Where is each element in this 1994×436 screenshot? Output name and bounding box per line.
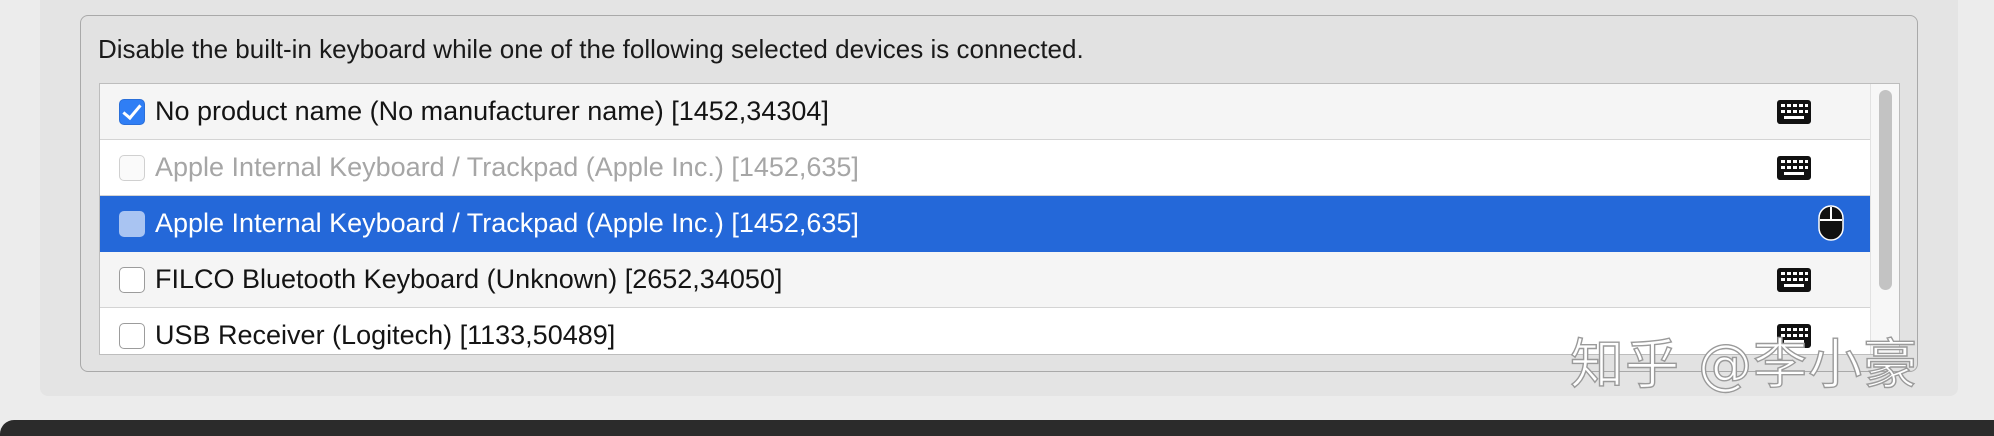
device-row[interactable]: Apple Internal Keyboard / Trackpad (Appl…	[100, 140, 1870, 196]
keyboard-icon	[1777, 268, 1811, 297]
device-checkbox	[119, 155, 145, 181]
device-row[interactable]: FILCO Bluetooth Keyboard (Unknown) [2652…	[100, 252, 1870, 308]
window-bottom-edge	[0, 420, 1994, 436]
device-label: Apple Internal Keyboard / Trackpad (Appl…	[155, 152, 859, 182]
device-checkbox[interactable]	[119, 267, 145, 293]
device-label: Apple Internal Keyboard / Trackpad (Appl…	[155, 208, 859, 238]
vertical-scrollbar[interactable]	[1870, 84, 1899, 354]
mouse-icon	[1818, 205, 1844, 246]
device-label: FILCO Bluetooth Keyboard (Unknown) [2652…	[155, 264, 783, 294]
device-label: USB Receiver (Logitech) [1133,50489]	[155, 320, 616, 350]
description-text: Disable the built-in keyboard while one …	[98, 34, 1084, 64]
device-checkbox[interactable]	[119, 211, 145, 237]
keyboard-icon	[1777, 156, 1811, 185]
keyboard-icon	[1777, 100, 1811, 129]
device-row[interactable]: No product name (No manufacturer name) […	[100, 84, 1870, 140]
device-checkbox[interactable]	[119, 99, 145, 125]
scrollbar-thumb[interactable]	[1879, 90, 1892, 290]
watermark-text: 知乎 @李小豪	[1569, 332, 1919, 396]
device-label: No product name (No manufacturer name) […	[155, 96, 829, 126]
device-checkbox[interactable]	[119, 323, 145, 349]
device-row-selected[interactable]: Apple Internal Keyboard / Trackpad (Appl…	[100, 196, 1870, 252]
device-list[interactable]: No product name (No manufacturer name) […	[99, 83, 1900, 355]
